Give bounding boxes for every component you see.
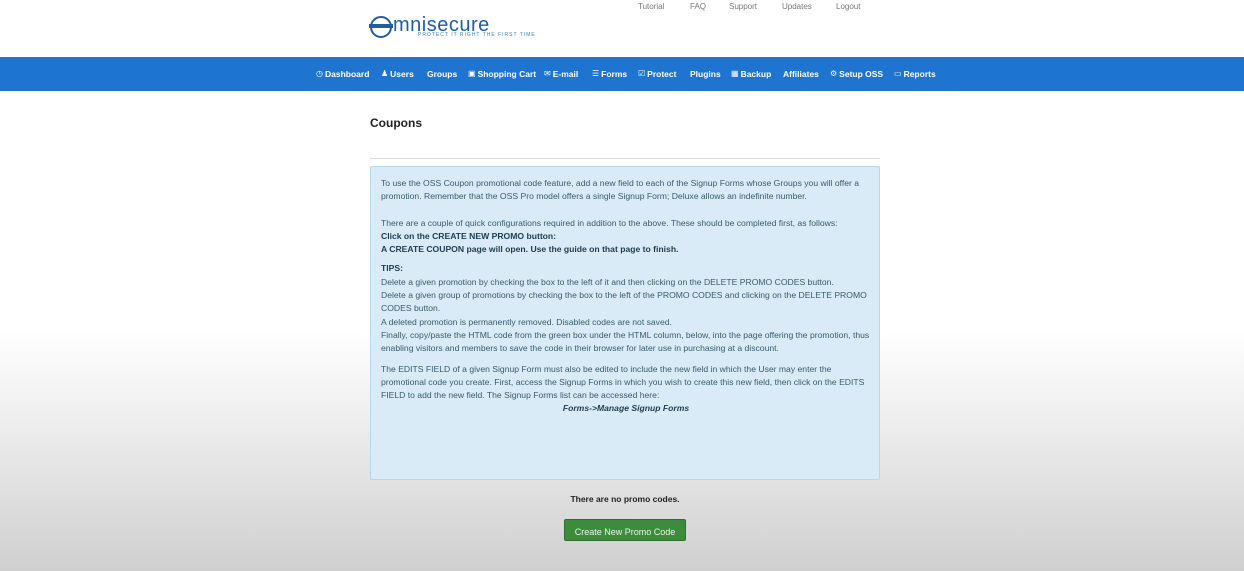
page-title: Coupons (370, 116, 422, 130)
inbox-icon: ▭ (894, 69, 902, 78)
nav-groups[interactable]: Groups (427, 57, 457, 91)
tip-item: A deleted promotion is permanently remov… (381, 316, 672, 327)
top-link-logout[interactable]: Logout (836, 2, 860, 11)
gear-icon: ⚙ (830, 69, 838, 78)
nav-email[interactable]: ✉ E-mail (544, 57, 578, 91)
nav-label: Protect (647, 69, 677, 79)
nav-backup[interactable]: ▦ Backup (731, 57, 771, 91)
nav-label: Reports (903, 69, 936, 79)
logo-mark-icon (369, 16, 393, 38)
nav-reports[interactable]: ▭ Reports (894, 57, 936, 91)
tip-item: Finally, copy/paste the HTML code from t… (381, 329, 870, 354)
nav-label: Groups (427, 69, 458, 79)
nav-label: Users (390, 69, 414, 79)
nav-shopping-cart[interactable]: ▣ Shopping Cart (468, 57, 536, 91)
nav-setup-oss[interactable]: ⚙ Setup OSS (830, 57, 883, 91)
list-icon: ☰ (592, 69, 600, 78)
user-icon: ♟ (381, 69, 389, 78)
info-edits-field: The EDITS FIELD of a given Signup Form m… (381, 363, 865, 401)
info-intro: To use the OSS Coupon promotional code f… (381, 178, 860, 202)
cart-icon: ▣ (468, 69, 476, 78)
logo-tagline: PROTECT IT RIGHT THE FIRST TIME (418, 32, 536, 38)
top-link-updates[interactable]: Updates (782, 2, 812, 11)
info-config: There are a couple of quick configuratio… (381, 217, 838, 228)
disk-icon: ▦ (731, 69, 739, 78)
dashboard-icon: ◷ (316, 69, 323, 78)
nav-label: Setup OSS (839, 69, 884, 79)
check-icon: ☑ (638, 69, 646, 78)
nav-label: Plugins (690, 69, 721, 79)
nav-label: Shopping Cart (477, 69, 537, 79)
top-link-faq[interactable]: FAQ (690, 2, 706, 11)
nav-label: Forms (601, 69, 628, 79)
envelope-icon: ✉ (544, 69, 551, 78)
no-promo-codes-message: There are no promo codes. (570, 494, 680, 504)
tip-item: Delete a given group of promotions by ch… (381, 290, 867, 314)
nav-label: Affiliates (783, 69, 819, 79)
main-nav: ◷ Dashboard ♟ Users Groups ▣ Shopping Ca… (0, 57, 1244, 91)
info-step-1: Click on the CREATE NEW PROMO button: (381, 230, 557, 241)
top-header: mnisecure PROTECT IT RIGHT THE FIRST TIM… (0, 0, 1244, 57)
tip-item: Delete a given promotion by checking the… (381, 276, 834, 287)
nav-affiliates[interactable]: Affiliates (783, 57, 819, 91)
nav-label: E-mail (552, 69, 579, 79)
info-step-2: A CREATE COUPON page will open. Use the … (381, 244, 679, 255)
info-panel: To use the OSS Coupon promotional code f… (370, 166, 880, 480)
nav-label: Dashboard (324, 69, 370, 79)
tips-heading: TIPS: (381, 263, 403, 274)
nav-protect[interactable]: ☑ Protect (638, 57, 676, 91)
nav-plugins[interactable]: Plugins (690, 57, 721, 91)
nav-dashboard[interactable]: ◷ Dashboard (316, 57, 369, 91)
create-new-promo-code-button[interactable]: Create New Promo Code (564, 519, 686, 541)
manage-signup-forms-link[interactable]: Forms->Manage Signup Forms (381, 402, 871, 415)
top-link-support[interactable]: Support (729, 2, 757, 11)
top-link-tutorial[interactable]: Tutorial (638, 2, 664, 11)
nav-label: Backup (740, 69, 772, 79)
nav-forms[interactable]: ☰ Forms (592, 57, 627, 91)
nav-users[interactable]: ♟ Users (381, 57, 414, 91)
title-divider (370, 158, 880, 159)
